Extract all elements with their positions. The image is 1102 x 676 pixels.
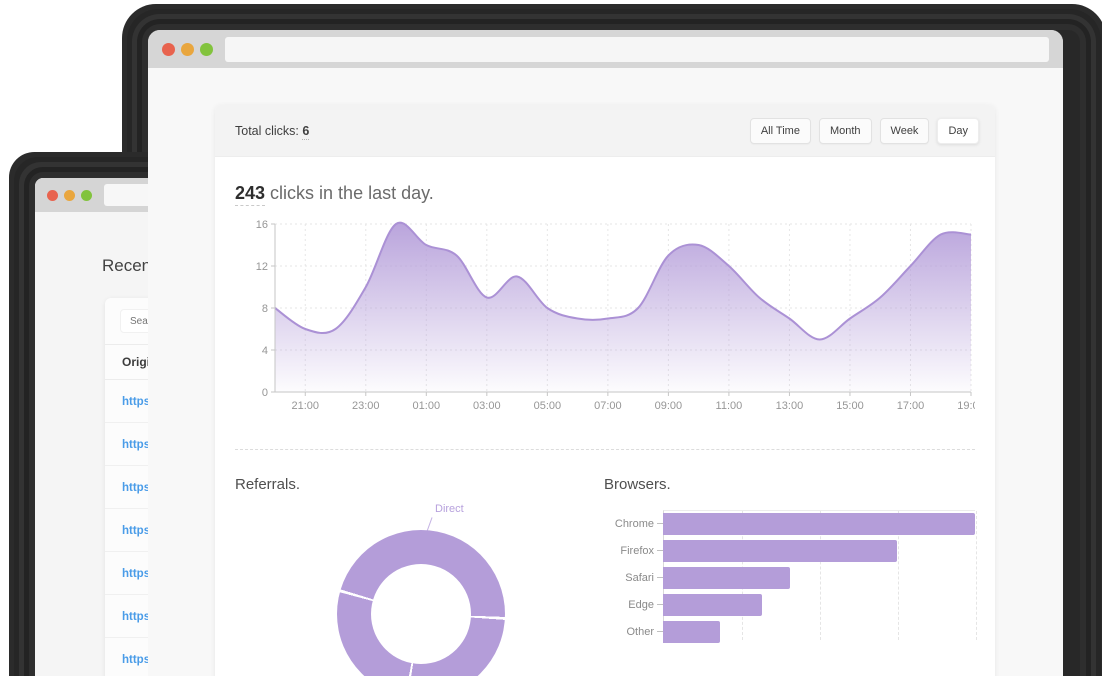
traffic-lights xyxy=(47,190,92,201)
svg-text:01:00: 01:00 xyxy=(413,400,441,412)
bar-track xyxy=(663,567,975,589)
bar-row-firefox: Firefox xyxy=(604,537,975,564)
charts-row: Referrals. Direct Browsers. xyxy=(235,476,975,676)
svg-text:11:00: 11:00 xyxy=(716,400,743,412)
donut-callout-label: Direct xyxy=(435,503,464,515)
gridline xyxy=(976,511,977,640)
svg-text:23:00: 23:00 xyxy=(352,400,380,412)
clicks-headline: 243 clicks in the last day. xyxy=(235,183,975,204)
svg-text:17:00: 17:00 xyxy=(897,400,925,412)
svg-text:07:00: 07:00 xyxy=(594,400,622,412)
bar-row-safari: Safari xyxy=(604,564,975,591)
total-clicks-label: Total clicks: xyxy=(235,124,299,138)
minimize-button-icon[interactable] xyxy=(181,43,194,56)
analytics-card-header: Total clicks: 6 All Time Month Week Day xyxy=(215,105,995,157)
svg-text:16: 16 xyxy=(256,219,268,231)
analytics-card: Total clicks: 6 All Time Month Week Day 243… xyxy=(215,105,995,676)
bar-row-edge: Edge xyxy=(604,591,975,618)
range-button-week[interactable]: Week xyxy=(880,118,930,144)
svg-text:19:00: 19:00 xyxy=(957,400,975,412)
bar-other xyxy=(663,621,720,643)
bar-label: Safari xyxy=(604,572,654,584)
svg-text:03:00: 03:00 xyxy=(473,400,501,412)
bar-firefox xyxy=(663,540,897,562)
clicks-area-chart: 0 4 8 12 16 21:00 23:00 01:00 03:00 05:00 07:00 09:… xyxy=(235,218,975,423)
referrals-section: Referrals. Direct xyxy=(235,476,604,676)
bar-label: Chrome xyxy=(604,518,654,530)
browsers-section: Browsers. Chrome Firefox Safari Edge Other xyxy=(604,476,975,676)
bar-label: Firefox xyxy=(604,545,654,557)
zoom-button-icon[interactable] xyxy=(81,190,92,201)
bar-label: Other xyxy=(604,626,654,638)
close-button-icon[interactable] xyxy=(162,43,175,56)
clicks-headline-text: clicks in the last day. xyxy=(265,183,434,203)
svg-text:0: 0 xyxy=(262,387,268,399)
total-clicks-value: 6 xyxy=(302,124,309,140)
zoom-button-icon[interactable] xyxy=(200,43,213,56)
donut-hole xyxy=(371,564,471,664)
svg-text:13:00: 13:00 xyxy=(776,400,804,412)
range-button-day[interactable]: Day xyxy=(937,118,979,144)
total-clicks: Total clicks: 6 xyxy=(235,124,309,138)
svg-text:12: 12 xyxy=(256,261,268,273)
bar-track xyxy=(663,621,975,643)
page: Recent Original https://https://https://… xyxy=(0,0,1102,676)
close-button-icon[interactable] xyxy=(47,190,58,201)
range-button-all-time[interactable]: All Time xyxy=(750,118,811,144)
referrals-title: Referrals. xyxy=(235,476,604,493)
svg-text:21:00: 21:00 xyxy=(291,400,319,412)
bar-track xyxy=(663,540,975,562)
address-bar[interactable] xyxy=(225,37,1049,62)
svg-text:09:00: 09:00 xyxy=(655,400,683,412)
svg-text:15:00: 15:00 xyxy=(836,400,864,412)
svg-text:05:00: 05:00 xyxy=(534,400,562,412)
browsers-bar-chart: Chrome Firefox Safari Edge Other xyxy=(604,510,975,645)
donut-ring xyxy=(337,530,505,676)
bar-track xyxy=(663,513,975,535)
svg-text:8: 8 xyxy=(262,303,268,315)
clicks-count: 243 xyxy=(235,183,265,206)
minimize-button-icon[interactable] xyxy=(64,190,75,201)
range-button-month[interactable]: Month xyxy=(819,118,872,144)
traffic-lights xyxy=(162,43,213,56)
browsers-title: Browsers. xyxy=(604,476,975,493)
svg-text:4: 4 xyxy=(262,345,268,357)
bar-safari xyxy=(663,567,790,589)
bar-edge xyxy=(663,594,762,616)
bar-track xyxy=(663,594,975,616)
section-divider xyxy=(235,449,975,450)
bar-chrome xyxy=(663,513,975,535)
bar-label: Edge xyxy=(604,599,654,611)
range-buttons: All Time Month Week Day xyxy=(742,118,979,144)
referrals-donut-chart: Direct xyxy=(235,501,604,676)
front-window-toolbar xyxy=(148,30,1063,68)
front-browser-window: Total clicks: 6 All Time Month Week Day 243… xyxy=(148,30,1063,676)
bar-row-other: Other xyxy=(604,618,975,645)
bar-row-chrome: Chrome xyxy=(604,510,975,537)
analytics-card-body: 243 clicks in the last day. 0 4 8 12 16 21:00… xyxy=(215,157,995,676)
